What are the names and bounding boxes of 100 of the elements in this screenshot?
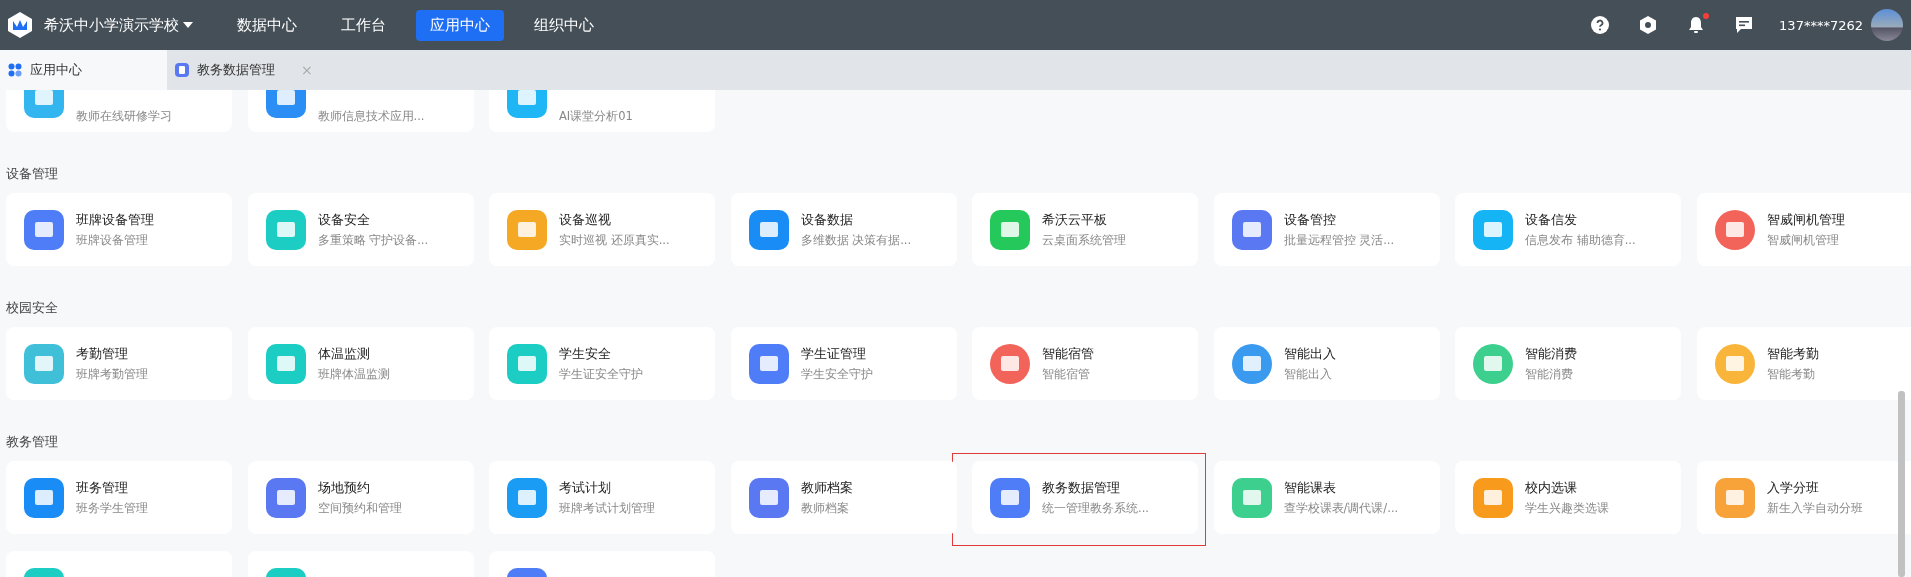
app-description: 新生入学自动分班 bbox=[1766, 501, 1863, 516]
app-title: 设备数据 bbox=[800, 211, 854, 229]
app-title: 学生证管理 bbox=[800, 345, 867, 363]
app-title: 设备信发 bbox=[1525, 211, 1578, 229]
app-description: 学生安全守护 bbox=[800, 367, 873, 382]
app-card[interactable]: 班务管理 班务学生管理 bbox=[6, 461, 232, 534]
app-title: 设备巡视 bbox=[559, 211, 612, 229]
app-card[interactable]: 智能课表 查学校课表/调代课/... bbox=[1213, 461, 1440, 534]
app-card[interactable]: 班牌设备管理 班牌设备管理 bbox=[6, 193, 232, 266]
app-description: 学生证安全守护 bbox=[559, 367, 643, 382]
nav-tab[interactable]: 组织中心 bbox=[520, 9, 608, 41]
avatar-photo[interactable] bbox=[1871, 9, 1903, 41]
app-title: 考试计划 bbox=[559, 479, 612, 497]
section-title: 设备管理 bbox=[6, 165, 59, 183]
bell-icon[interactable] bbox=[1687, 16, 1706, 34]
app-title: 校内选课 bbox=[1525, 479, 1578, 497]
app-description: 教师信息技术应用... bbox=[317, 109, 425, 124]
app-card[interactable]: 设备管控 批量远程管控 灵活... bbox=[1213, 193, 1440, 266]
app-card[interactable]: 智能考勤 智能考勤 bbox=[1696, 327, 1911, 400]
app-description: 智威闸机管理 bbox=[1766, 233, 1840, 248]
app-description: 实时巡视 还原真实... bbox=[559, 233, 670, 248]
app-card[interactable]: 智能消费 智能消费 bbox=[1455, 327, 1681, 400]
nav-tab[interactable]: 工作台 bbox=[327, 9, 400, 41]
school-name[interactable]: 希沃中小学演示学校 bbox=[44, 15, 179, 35]
app-title: 班务管理 bbox=[76, 479, 129, 497]
app-description: 班务学生管理 bbox=[76, 501, 148, 516]
app-description: 智能考勤 bbox=[1766, 367, 1816, 382]
grid-icon bbox=[8, 63, 22, 77]
app-card[interactable]: 智能宿管 智能宿管 bbox=[972, 327, 1198, 400]
app-card[interactable]: 设备巡视 实时巡视 还原真实... bbox=[489, 193, 715, 266]
logo-icon bbox=[8, 12, 32, 38]
app-card[interactable]: 设备信发 信息发布 辅助德育... bbox=[1455, 193, 1681, 266]
app-description: 智能消费 bbox=[1525, 367, 1574, 382]
app-title: 希沃云平板 bbox=[1042, 211, 1108, 229]
app-title: 考勤管理 bbox=[76, 345, 129, 363]
app-title: 教师档案 bbox=[800, 479, 853, 497]
app-card[interactable]: 设备安全 多重策略 守护设备... bbox=[247, 193, 474, 266]
nav-tab[interactable]: 应用中心 bbox=[416, 9, 504, 41]
tab-label: 应用中心 bbox=[30, 61, 82, 79]
app-card[interactable]: 学生安全 学生证安全守护 bbox=[489, 327, 715, 400]
app-description: 学生兴趣类选课 bbox=[1525, 501, 1609, 516]
app-title: 学生安全 bbox=[559, 345, 612, 363]
app-description: 班牌考勤管理 bbox=[76, 367, 148, 382]
nav-tab[interactable]: 数据中心 bbox=[223, 9, 311, 41]
app-card[interactable]: 考勤管理 班牌考勤管理 bbox=[6, 327, 232, 400]
app-card[interactable]: 考试计划 班牌考试计划管理 bbox=[489, 461, 715, 534]
app-description: 空间预约和管理 bbox=[317, 501, 402, 516]
app-description: 统一管理教务系统... bbox=[1042, 501, 1149, 516]
app-card[interactable]: 校内选课 学生兴趣类选课 bbox=[1455, 461, 1681, 534]
app-title: 智威闸机管理 bbox=[1766, 211, 1845, 229]
app-title: 班牌设备管理 bbox=[76, 211, 154, 229]
app-title: 教务数据管理 bbox=[1042, 479, 1121, 497]
scrollbar[interactable] bbox=[1898, 391, 1905, 577]
app-description: 多重策略 守护设备... bbox=[317, 233, 429, 248]
app-card[interactable]: 入学分班 新生入学自动分班 bbox=[1696, 461, 1911, 534]
app-description: 班牌设备管理 bbox=[76, 233, 149, 248]
app-card[interactable]: 体温监测 班牌体温监测 bbox=[247, 327, 474, 400]
app-card[interactable]: 学生证管理 学生安全守护 bbox=[730, 327, 957, 400]
page-tab[interactable]: 教务数据管理 × bbox=[167, 50, 334, 90]
app-title: 智能考勤 bbox=[1766, 345, 1819, 363]
app-card[interactable]: AI课堂分析01 bbox=[489, 90, 715, 132]
app-title: 体温监测 bbox=[317, 345, 371, 363]
app-title: 智能宿管 bbox=[1042, 345, 1094, 363]
app-card[interactable]: 智能出入 智能出入 bbox=[1213, 327, 1440, 400]
app-description: 云桌面系统管理 bbox=[1042, 233, 1126, 248]
app-card[interactable]: 智威闸机管理 智威闸机管理 bbox=[1696, 193, 1911, 266]
app-card[interactable]: 场地预约 空间预约和管理 bbox=[247, 461, 474, 534]
page-tab[interactable]: 应用中心 bbox=[0, 50, 167, 90]
section-title: 校园安全 bbox=[6, 299, 59, 317]
app-description: 查学校课表/调代课/... bbox=[1283, 501, 1399, 516]
app-description: 教师在线研修学习 bbox=[76, 109, 172, 124]
message-icon[interactable] bbox=[1735, 16, 1754, 34]
app-description: 批量远程管控 灵活... bbox=[1283, 233, 1395, 248]
app-card[interactable]: 希沃云平板 云桌面系统管理 bbox=[972, 193, 1198, 266]
caret-icon[interactable] bbox=[183, 22, 193, 28]
app-title: 设备管控 bbox=[1283, 211, 1337, 229]
app-title: 智能消费 bbox=[1525, 345, 1577, 363]
app-description: 信息发布 辅助德育... bbox=[1525, 233, 1636, 248]
app-title: 入学分班 bbox=[1766, 479, 1820, 497]
app-description: AI课堂分析01 bbox=[559, 109, 633, 124]
app-card[interactable]: 教师档案 教师档案 bbox=[730, 461, 957, 534]
section-title: 教务管理 bbox=[6, 433, 59, 451]
app-card[interactable]: 教务数据管理 统一管理教务系统... bbox=[972, 461, 1198, 534]
app-title: 场地预约 bbox=[317, 479, 371, 497]
user-phone[interactable]: 137****7262 bbox=[1779, 17, 1863, 33]
app-title: 智能出入 bbox=[1283, 345, 1336, 363]
settings-icon[interactable] bbox=[1639, 16, 1658, 34]
app-card[interactable]: 设备数据 多维数据 决策有据... bbox=[730, 193, 957, 266]
app-description: 教师档案 bbox=[800, 501, 850, 516]
app-card[interactable]: 教师信息技术应用... bbox=[247, 90, 474, 132]
app-title: 智能课表 bbox=[1283, 479, 1337, 497]
tab-label: 教务数据管理 bbox=[197, 61, 275, 79]
app-description: 智能宿管 bbox=[1042, 367, 1091, 382]
app-title: 设备安全 bbox=[317, 211, 371, 229]
help-icon[interactable] bbox=[1591, 16, 1610, 34]
app-description: 智能出入 bbox=[1283, 367, 1333, 382]
document-icon bbox=[175, 63, 189, 77]
app-card[interactable]: 教师在线研修学习 bbox=[6, 90, 232, 132]
app-description: 班牌考试计划管理 bbox=[559, 501, 655, 516]
app-description: 班牌体温监测 bbox=[317, 367, 390, 382]
